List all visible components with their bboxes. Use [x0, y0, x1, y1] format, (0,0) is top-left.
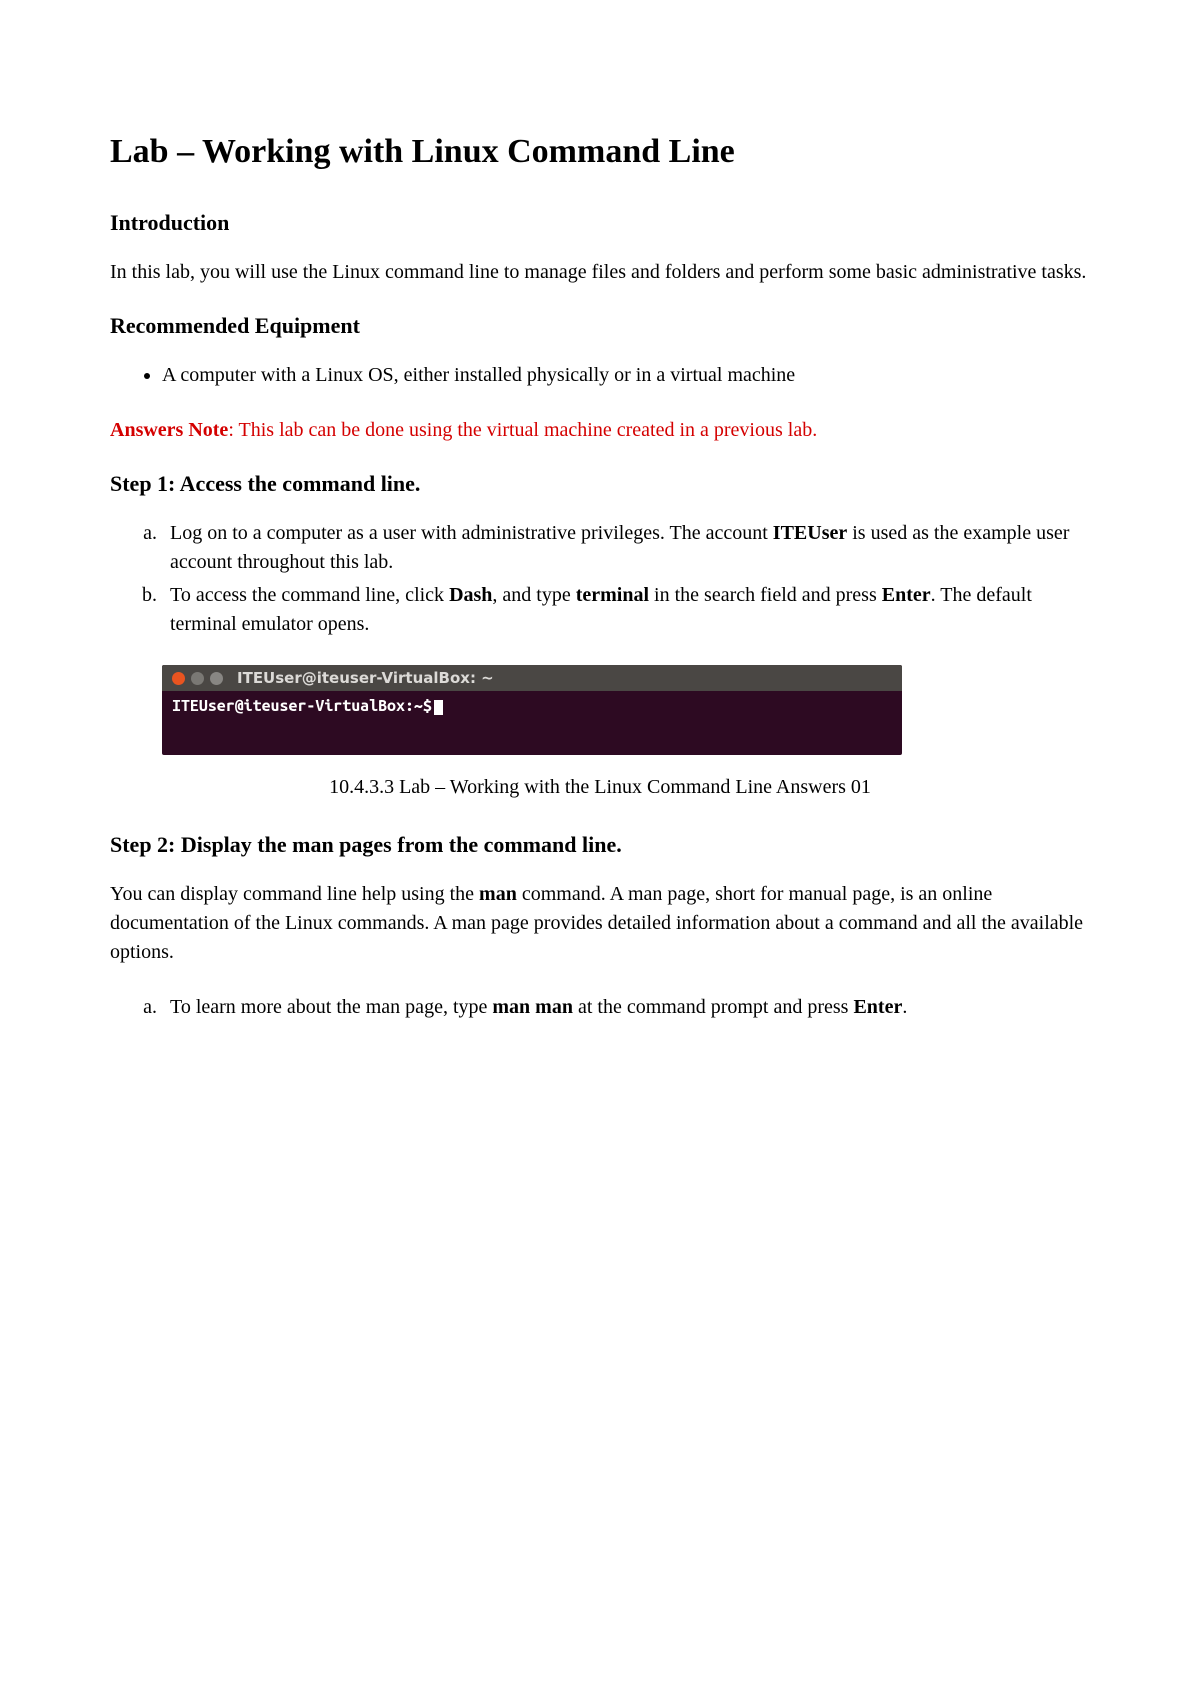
document-page: Lab – Working with Linux Command Line In… — [0, 0, 1200, 1108]
figure-caption: 10.4.3.3 Lab – Working with the Linux Co… — [110, 773, 1090, 802]
text: To learn more about the man page, type — [170, 996, 492, 1018]
text: in the search field and press — [649, 584, 882, 606]
man-man-bold: man man — [492, 996, 573, 1018]
iteuser-bold: ITEUser — [773, 522, 847, 544]
list-item: A computer with a Linux OS, either insta… — [162, 361, 1090, 390]
text: To access the command line, click — [170, 584, 449, 606]
enter-bold: Enter — [853, 996, 902, 1018]
text: Log on to a computer as a user with admi… — [170, 522, 773, 544]
maximize-icon — [210, 672, 223, 685]
answers-note: Answers Note: This lab can be done using… — [110, 416, 1090, 445]
equipment-heading: Recommended Equipment — [110, 313, 1090, 339]
page-title: Lab – Working with Linux Command Line — [110, 130, 1090, 174]
dash-bold: Dash — [449, 584, 492, 606]
terminal-window: ITEUser@iteuser-VirtualBox: ~ ITEUser@it… — [162, 665, 902, 755]
cursor-icon — [434, 700, 443, 715]
terminal-bold: terminal — [576, 584, 649, 606]
text: , and type — [492, 584, 575, 606]
introduction-text: In this lab, you will use the Linux comm… — [110, 258, 1090, 287]
list-item: Log on to a computer as a user with admi… — [162, 519, 1090, 577]
text: You can display command line help using … — [110, 883, 479, 905]
minimize-icon — [191, 672, 204, 685]
step2-paragraph: You can display command line help using … — [110, 880, 1090, 967]
terminal-screenshot: ITEUser@iteuser-VirtualBox: ~ ITEUser@it… — [162, 665, 1090, 755]
terminal-title-text: ITEUser@iteuser-VirtualBox: ~ — [237, 669, 494, 687]
step1-heading: Step 1: Access the command line. — [110, 471, 1090, 497]
enter-bold: Enter — [882, 584, 931, 606]
close-icon — [172, 672, 185, 685]
text: at the command prompt and press — [573, 996, 854, 1018]
terminal-body: ITEUser@iteuser-VirtualBox:~$ — [162, 691, 902, 755]
man-bold: man — [479, 883, 517, 905]
answers-note-text: : This lab can be done using the virtual… — [228, 419, 817, 441]
terminal-titlebar: ITEUser@iteuser-VirtualBox: ~ — [162, 665, 902, 691]
list-item: To access the command line, click Dash, … — [162, 581, 1090, 639]
step2-heading: Step 2: Display the man pages from the c… — [110, 832, 1090, 858]
answers-note-label: Answers Note — [110, 419, 228, 441]
step2-list: To learn more about the man page, type m… — [162, 993, 1090, 1022]
terminal-prompt: ITEUser@iteuser-VirtualBox:~$ — [172, 697, 432, 715]
list-item: To learn more about the man page, type m… — [162, 993, 1090, 1022]
introduction-heading: Introduction — [110, 210, 1090, 236]
text: . — [902, 996, 907, 1018]
step1-list: Log on to a computer as a user with admi… — [162, 519, 1090, 639]
equipment-list: A computer with a Linux OS, either insta… — [162, 361, 1090, 390]
